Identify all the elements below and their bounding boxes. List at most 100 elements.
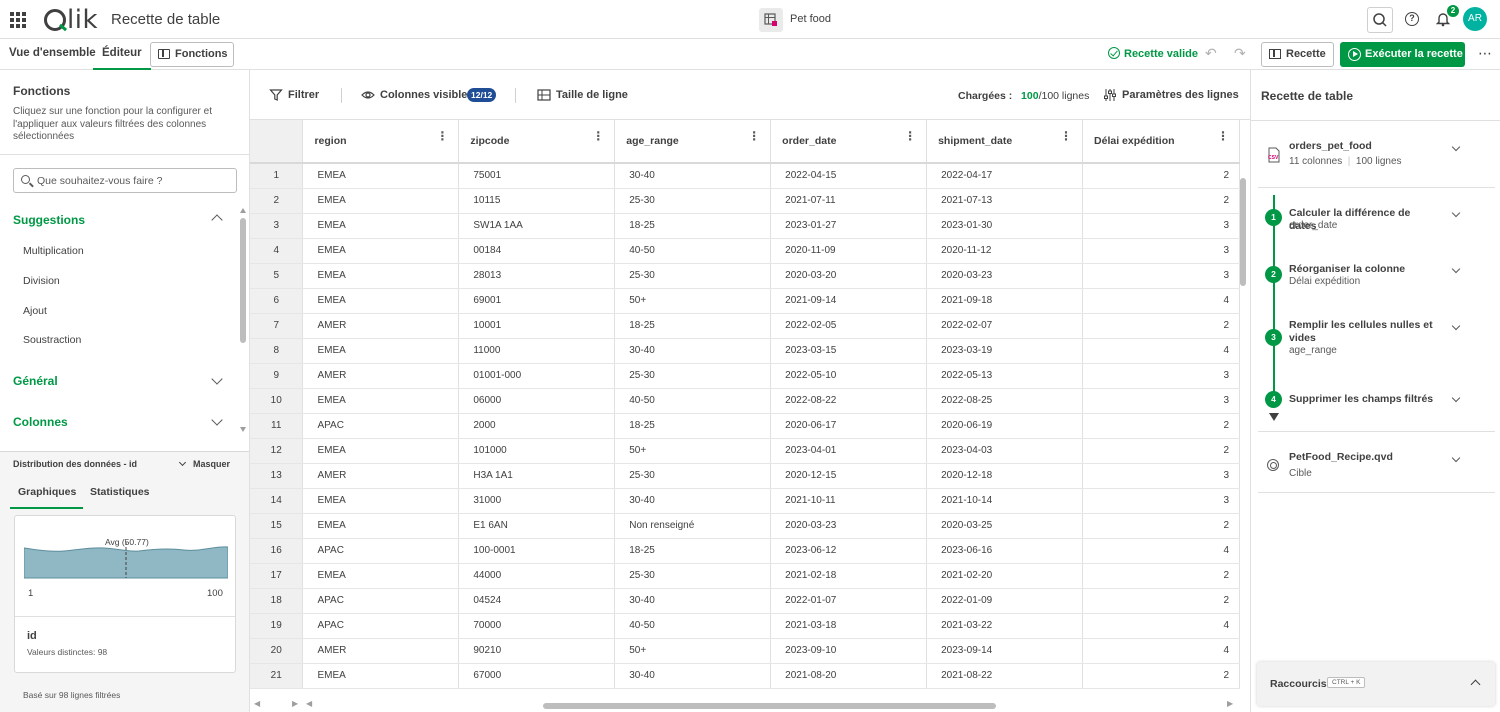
app-launcher-icon[interactable] (10, 12, 26, 28)
table-row[interactable]: 20 AMER 90210 50+ 2023-09-10 2023-09-14 4 (250, 638, 1240, 664)
table-cell[interactable]: H3A 1A1 (458, 463, 616, 489)
table-row[interactable]: 6 EMEA 69001 50+ 2021-09-14 2021-09-18 4 (250, 288, 1240, 314)
table-cell[interactable]: 2021-09-18 (926, 288, 1084, 314)
column-header[interactable]: region ⋮ (302, 120, 460, 164)
shortcuts-panel[interactable]: Raccourcis CTRL + K (1257, 662, 1495, 706)
table-cell[interactable]: 3 (1082, 263, 1240, 289)
table-cell[interactable]: 2020-12-15 (770, 463, 928, 489)
table-cell[interactable]: 44000 (458, 563, 616, 589)
table-row[interactable]: 7 AMER 10001 18-25 2022-02-05 2022-02-07 2 (250, 313, 1240, 339)
table-cell[interactable]: 30-40 (614, 338, 772, 364)
chevron-down-icon[interactable] (211, 373, 223, 385)
table-cell[interactable]: 2022-02-05 (770, 313, 928, 339)
table-cell[interactable]: 2020-11-12 (926, 238, 1084, 264)
table-cell[interactable]: 2022-05-13 (926, 363, 1084, 389)
table-cell[interactable]: 2023-04-01 (770, 438, 928, 464)
table-cell[interactable]: 2022-04-15 (770, 163, 928, 189)
table-cell[interactable]: 2020-06-17 (770, 413, 928, 439)
table-cell[interactable]: 2022-08-25 (926, 388, 1084, 414)
table-cell[interactable]: APAC (302, 588, 460, 614)
table-cell[interactable]: 18-25 (614, 538, 772, 564)
table-cell[interactable]: 2022-01-07 (770, 588, 928, 614)
table-row[interactable]: 11 APAC 2000 18-25 2020-06-17 2020-06-19 2 (250, 413, 1240, 439)
column-header[interactable]: age_range ⋮ (614, 120, 772, 164)
space-name[interactable]: Pet food (790, 13, 831, 25)
chevron-down-icon[interactable] (1451, 142, 1461, 152)
column-header[interactable]: order_date ⋮ (770, 120, 928, 164)
table-row[interactable]: 9 AMER 01001-000 25-30 2022-05-10 2022-05-13 3 (250, 363, 1240, 389)
tab-editor[interactable]: Éditeur (93, 39, 151, 70)
function-search[interactable] (13, 168, 237, 193)
table-row[interactable]: 5 EMEA 28013 25-30 2020-03-20 2020-03-23 3 (250, 263, 1240, 289)
table-cell[interactable]: 50+ (614, 288, 772, 314)
scrollbar-thumb[interactable] (1240, 178, 1246, 286)
function-search-input[interactable] (37, 170, 232, 191)
table-cell[interactable]: 10115 (458, 188, 616, 214)
table-cell[interactable]: SW1A 1AA (458, 213, 616, 239)
column-menu-icon[interactable]: ⋮ (1060, 130, 1072, 142)
table-cell[interactable]: 75001 (458, 163, 616, 189)
table-cell[interactable]: 2021-08-20 (770, 663, 928, 689)
table-cell[interactable]: 3 (1082, 363, 1240, 389)
qlik-logo[interactable]: lik (44, 5, 98, 35)
table-cell[interactable]: 2 (1082, 188, 1240, 214)
table-cell[interactable]: EMEA (302, 513, 460, 539)
search-button[interactable] (1367, 7, 1393, 33)
table-cell[interactable]: 18-25 (614, 313, 772, 339)
table-cell[interactable]: 4 (1082, 288, 1240, 314)
table-cell[interactable]: 3 (1082, 463, 1240, 489)
table-cell[interactable]: 01001-000 (458, 363, 616, 389)
table-cell[interactable]: 4 (1082, 613, 1240, 639)
table-cell[interactable]: 3 (1082, 488, 1240, 514)
table-row[interactable]: 1 EMEA 75001 30-40 2022-04-15 2022-04-17 2 (250, 163, 1240, 189)
table-cell[interactable]: 30-40 (614, 163, 772, 189)
table-cell[interactable]: EMEA (302, 663, 460, 689)
chevron-up-icon[interactable] (1470, 679, 1481, 690)
table-cell[interactable]: EMEA (302, 388, 460, 414)
target-name[interactable]: PetFood_Recipe.qvd (1289, 451, 1439, 464)
table-cell[interactable]: 4 (1082, 638, 1240, 664)
table-cell[interactable]: EMEA (302, 563, 460, 589)
tab-overview[interactable]: Vue d'ensemble (0, 39, 105, 70)
table-cell[interactable]: 2022-02-07 (926, 313, 1084, 339)
table-cell[interactable]: 2021-08-22 (926, 663, 1084, 689)
table-cell[interactable]: 2020-03-20 (770, 263, 928, 289)
table-row[interactable]: 12 EMEA 101000 50+ 2023-04-01 2023-04-03 2 (250, 438, 1240, 464)
function-division[interactable]: Division (23, 275, 60, 287)
function-soustraction[interactable]: Soustraction (23, 334, 81, 346)
table-cell[interactable]: 11000 (458, 338, 616, 364)
chevron-up-icon[interactable] (211, 214, 223, 226)
filter-button[interactable]: Filtrer (269, 89, 319, 101)
row-parameters-button[interactable]: Paramètres des lignes (1103, 89, 1239, 101)
table-cell[interactable]: 3 (1082, 388, 1240, 414)
scrollbar-thumb[interactable] (543, 703, 996, 709)
table-cell[interactable]: 40-50 (614, 613, 772, 639)
table-cell[interactable]: 31000 (458, 488, 616, 514)
table-cell[interactable]: 06000 (458, 388, 616, 414)
table-cell[interactable]: 2023-09-14 (926, 638, 1084, 664)
more-options-icon[interactable]: ⋯ (1478, 45, 1493, 62)
general-header[interactable]: Général (13, 374, 58, 388)
table-cell[interactable]: 4 (1082, 538, 1240, 564)
table-row[interactable]: 18 APAC 04524 30-40 2022-01-07 2022-01-09 2 (250, 588, 1240, 614)
table-row[interactable]: 16 APAC 100-0001 18-25 2023-06-12 2023-06-16 4 (250, 538, 1240, 564)
table-cell[interactable]: 25-30 (614, 463, 772, 489)
table-cell[interactable]: 30-40 (614, 588, 772, 614)
table-cell[interactable]: 67000 (458, 663, 616, 689)
table-cell[interactable]: AMER (302, 638, 460, 664)
functions-toggle-button[interactable]: Fonctions (150, 42, 234, 67)
function-ajout[interactable]: Ajout (23, 305, 47, 317)
scroll-left-icon[interactable]: ◀ (254, 699, 260, 708)
table-cell[interactable]: 2020-03-25 (926, 513, 1084, 539)
table-cell[interactable]: 2020-11-09 (770, 238, 928, 264)
table-cell[interactable]: 2020-12-18 (926, 463, 1084, 489)
table-horizontal-scrollbar[interactable]: ◀ ▶ ◀ ▶ (250, 699, 1240, 712)
columns-header[interactable]: Colonnes (13, 415, 68, 429)
table-cell[interactable]: 50+ (614, 638, 772, 664)
table-cell[interactable]: 2021-09-14 (770, 288, 928, 314)
step-title[interactable]: Réorganiser la colonne (1289, 263, 1439, 276)
table-cell[interactable]: 00184 (458, 238, 616, 264)
table-cell[interactable]: 70000 (458, 613, 616, 639)
table-cell[interactable]: EMEA (302, 163, 460, 189)
table-cell[interactable]: 2021-03-22 (926, 613, 1084, 639)
